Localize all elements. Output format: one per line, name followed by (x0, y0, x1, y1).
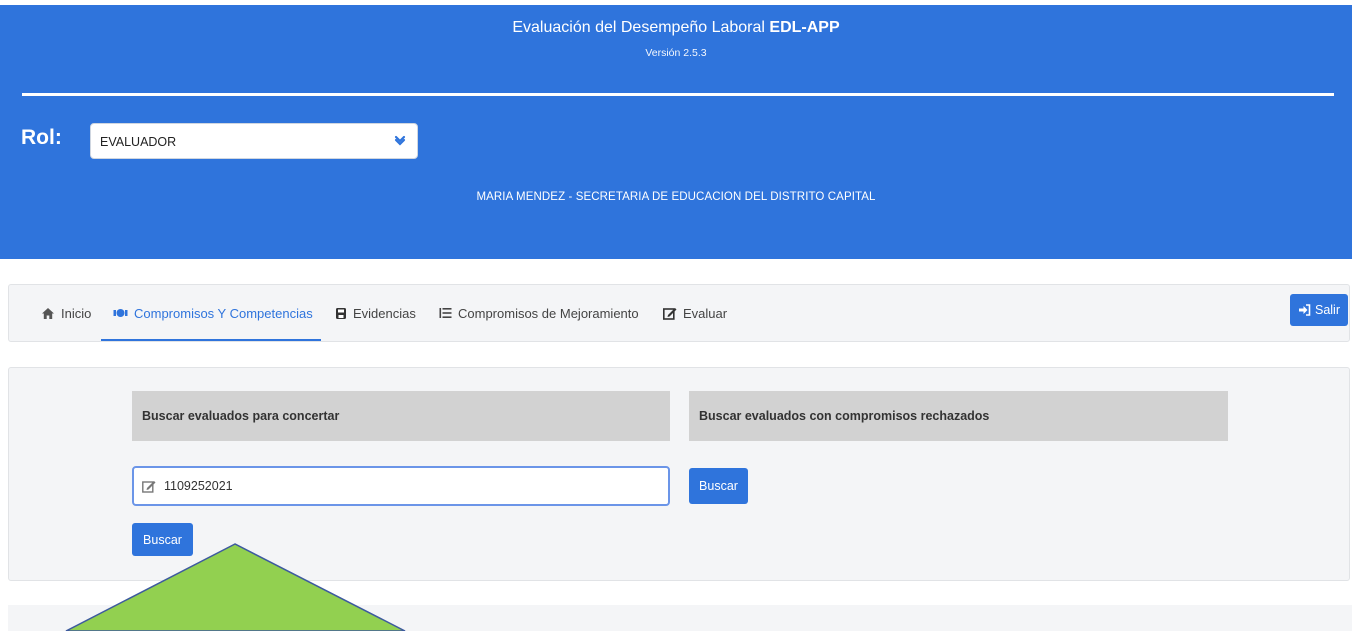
nav-item-inicio[interactable]: Inicio (41, 285, 91, 341)
app-title-brand: EDL-APP (769, 19, 840, 36)
user-info: MARIA MENDEZ - SECRETARIA DE EDUCACION D… (476, 191, 876, 203)
list-icon (439, 308, 452, 318)
content-area (8, 605, 1352, 631)
sign-in-icon (1298, 304, 1311, 316)
nav-item-label: Evidencias (353, 305, 416, 321)
lock-icon (336, 307, 346, 319)
app-version: Versión 2.5.3 (645, 47, 707, 59)
header-divider (22, 93, 1334, 96)
search-rechazados-button[interactable]: Buscar (689, 468, 748, 504)
section-heading-concertar: Buscar evaluados para concertar (132, 391, 670, 441)
logout-button[interactable]: Salir (1290, 294, 1348, 326)
nav-item-compromisos-competencias[interactable]: Compromisos Y Competencias (113, 285, 313, 341)
logout-label: Salir (1314, 303, 1340, 317)
nav-item-evidencias[interactable]: Evidencias (335, 285, 416, 341)
evaluado-search-input[interactable] (162, 478, 646, 494)
nav-item-evaluar[interactable]: Evaluar (663, 285, 727, 341)
chevron-down-icon (394, 135, 406, 146)
nav-item-label: Evaluar (683, 305, 728, 321)
nav-item-compromisos-mejoramiento[interactable]: Compromisos de Mejoramiento (439, 285, 639, 341)
handshake-icon (113, 309, 128, 317)
nav-item-label: Inicio (61, 305, 92, 321)
role-select-value: EVALUADOR (100, 135, 177, 149)
evaluado-search-field[interactable] (132, 466, 670, 506)
main-navbar: Inicio Compromisos Y Competencias Eviden… (8, 284, 1350, 342)
app-header: Evaluación del Desempeño Laboral EDL-APP… (0, 5, 1352, 259)
edit-icon (142, 480, 156, 493)
search-concertar-button[interactable]: Buscar (132, 523, 193, 556)
active-tab-indicator (101, 339, 321, 341)
role-label: Rol: (21, 126, 62, 149)
search-panel: Buscar evaluados para concertar Buscar e… (8, 367, 1350, 581)
nav-item-label: Compromisos Y Competencias (134, 305, 313, 321)
role-select[interactable]: EVALUADOR (90, 123, 418, 159)
section-heading-rechazados: Buscar evaluados con compromisos rechaza… (689, 391, 1228, 441)
edit-icon (663, 307, 677, 320)
app-title-text: Evaluación del Desempeño Laboral (512, 19, 765, 36)
nav-item-label: Compromisos de Mejoramiento (458, 305, 639, 321)
app-title: Evaluación del Desempeño Laboral EDL-APP (0, 19, 1352, 37)
home-icon (42, 307, 54, 319)
